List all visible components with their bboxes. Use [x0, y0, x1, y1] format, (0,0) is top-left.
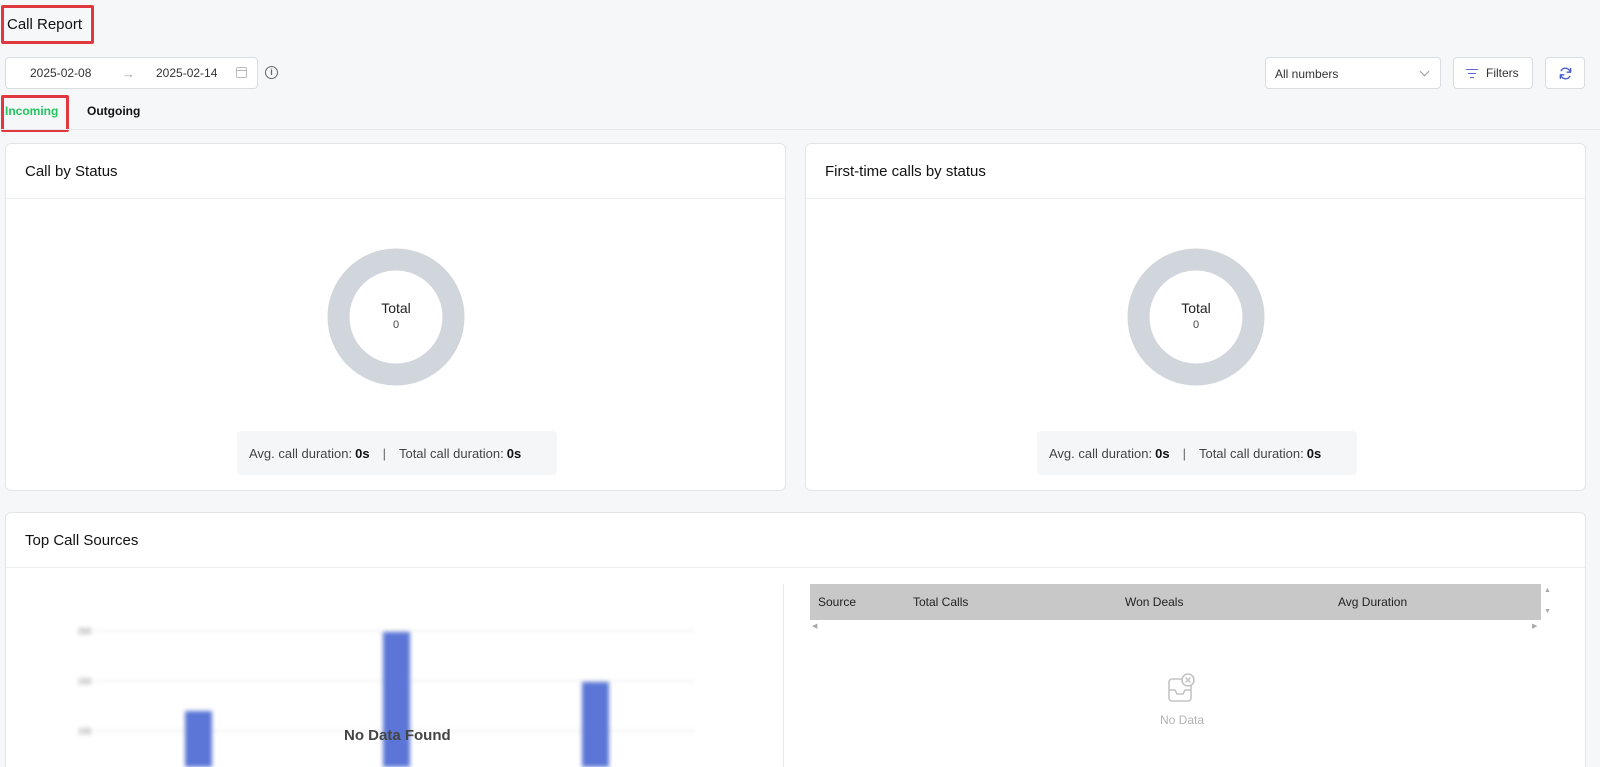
- numbers-select[interactable]: All numbers: [1265, 57, 1441, 89]
- status-donut-chart: Total 0: [327, 248, 465, 386]
- tabs-divider: [0, 129, 1600, 130]
- duration-separator: |: [1182, 445, 1186, 461]
- duration-summary: Avg. call duration: 0s | Total call dura…: [237, 431, 557, 475]
- card-title: Top Call Sources: [6, 513, 1585, 568]
- date-end[interactable]: 2025-02-14: [156, 66, 217, 80]
- duration-separator: |: [382, 445, 386, 461]
- column-header-source[interactable]: Source: [818, 595, 856, 609]
- tab-incoming[interactable]: Incoming: [5, 104, 58, 118]
- donut-total-label: Total: [381, 300, 411, 316]
- numbers-select-value: All numbers: [1275, 67, 1339, 81]
- duration-summary: Avg. call duration: 0s | Total call dura…: [1037, 431, 1357, 475]
- scroll-left-icon[interactable]: ◀: [812, 622, 817, 630]
- card-title: Call by Status: [6, 144, 785, 199]
- refresh-button[interactable]: [1545, 57, 1585, 89]
- placeholder-chart-svg: 200 150 100: [78, 627, 695, 767]
- table-empty-text: No Data: [1160, 713, 1205, 727]
- scroll-right-icon[interactable]: ▶: [1532, 622, 1537, 630]
- tick-label: 150: [78, 677, 92, 686]
- tick-label: 200: [78, 627, 92, 636]
- placeholder-bar: [582, 682, 609, 767]
- scroll-up-icon[interactable]: ▲: [1544, 587, 1551, 594]
- donut-total-value: 0: [392, 319, 400, 331]
- placeholder-bar: [185, 711, 212, 767]
- section-divider: [783, 584, 784, 767]
- total-duration-label: Total call duration:: [398, 445, 504, 461]
- tab-outgoing[interactable]: Outgoing: [87, 104, 140, 118]
- column-header-avg-duration[interactable]: Avg Duration: [1338, 595, 1407, 609]
- chevron-down-icon: [1419, 66, 1430, 77]
- avg-duration-value: 0s: [355, 445, 370, 461]
- first-time-donut-chart: Total 0: [1127, 248, 1265, 386]
- total-duration-value: 0s: [1306, 445, 1322, 461]
- sources-table-header: Source Total Calls Won Deals Avg Duratio…: [810, 584, 1541, 620]
- column-header-total-calls[interactable]: Total Calls: [913, 595, 968, 609]
- avg-duration-label: Avg. call duration:: [249, 445, 353, 461]
- column-header-won-deals[interactable]: Won Deals: [1125, 595, 1183, 609]
- page-title-highlight: Call Report: [1, 5, 94, 44]
- tick-label: 100: [78, 727, 92, 736]
- card-title: First-time calls by status: [806, 144, 1585, 199]
- donut-ring: [1127, 248, 1265, 386]
- total-duration-value: 0s: [506, 445, 522, 461]
- avg-duration-label: Avg. call duration:: [1049, 445, 1153, 461]
- avg-duration-value: 0s: [1155, 445, 1170, 461]
- filter-icon: [1466, 68, 1478, 79]
- empty-inbox-icon: [1167, 673, 1195, 703]
- call-by-status-card: Call by Status Total 0 Avg. call duratio…: [5, 143, 786, 491]
- refresh-icon: [1559, 67, 1571, 79]
- date-start[interactable]: 2025-02-08: [30, 66, 91, 80]
- placeholder-bar: [383, 632, 410, 767]
- first-time-calls-card: First-time calls by status Total 0 Avg. …: [805, 143, 1586, 491]
- placeholder-bar-chart: 200 150 100: [60, 615, 710, 767]
- donut-total-label: Total: [1181, 300, 1211, 316]
- page-title: Call Report: [7, 16, 83, 33]
- date-range-picker[interactable]: 2025-02-08 → 2025-02-14: [5, 57, 258, 89]
- filters-label: Filters: [1486, 66, 1519, 80]
- calendar-icon: [236, 67, 247, 78]
- filters-button[interactable]: Filters: [1453, 57, 1533, 89]
- scroll-down-icon[interactable]: ▼: [1544, 608, 1551, 615]
- info-icon[interactable]: i: [265, 66, 278, 79]
- total-duration-label: Total call duration:: [1198, 445, 1304, 461]
- arrow-right-icon: →: [122, 65, 135, 81]
- donut-ring: [327, 248, 465, 386]
- donut-total-value: 0: [1192, 319, 1200, 331]
- chart-empty-text: No Data Found: [344, 727, 451, 744]
